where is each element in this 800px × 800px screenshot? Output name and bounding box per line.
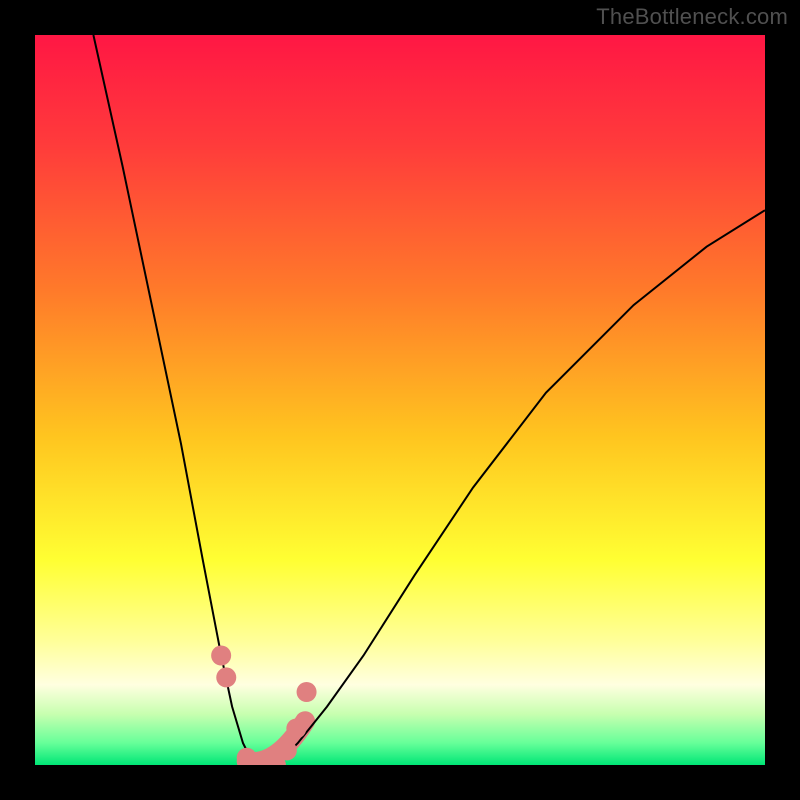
trough-marker-6 xyxy=(277,740,297,760)
curve-layer xyxy=(35,35,765,765)
plot-area xyxy=(35,35,765,765)
trough-marker-7 xyxy=(286,719,306,739)
watermark-text: TheBottleneck.com xyxy=(596,4,788,30)
trough-marker-8 xyxy=(297,682,317,702)
trough-marker-1 xyxy=(216,667,236,687)
trough-marker-0 xyxy=(211,646,231,666)
curve-right-branch xyxy=(276,210,765,765)
